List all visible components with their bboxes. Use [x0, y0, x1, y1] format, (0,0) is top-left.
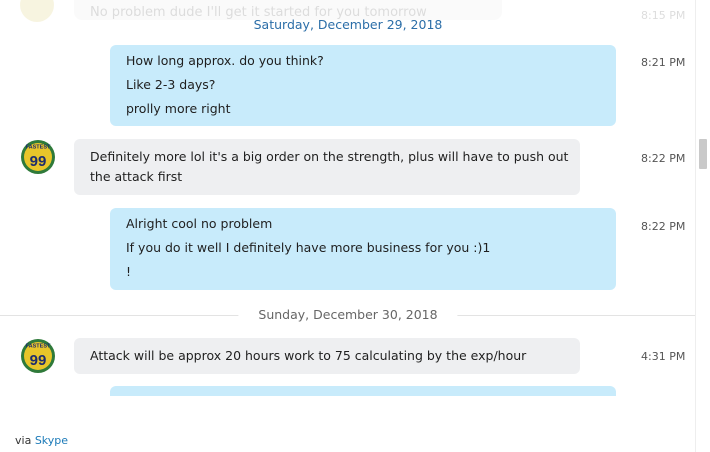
message-text: Definitely more lol it's a big order on …	[90, 149, 569, 164]
message-time: 8:22 PM	[641, 152, 686, 165]
svg-text:FASTEST: FASTEST	[26, 145, 51, 151]
footer: via Skype	[15, 434, 68, 447]
message-text: Alright cool no problem	[126, 216, 273, 231]
message-bubble-outgoing[interactable]: Alright cool no problem If you do it wel…	[110, 208, 616, 290]
svg-text:99: 99	[30, 352, 47, 369]
message-bubble-incoming[interactable]: Attack will be approx 20 hours work to 7…	[74, 338, 580, 374]
avatar[interactable]: FASTEST 99	[20, 139, 56, 175]
scrollbar[interactable]	[695, 0, 710, 452]
skype-link[interactable]: Skype	[35, 434, 68, 447]
message-bubble-outgoing[interactable]: How long approx. do you think? Like 2-3 …	[110, 45, 616, 126]
avatar-badge-icon: FASTEST 99	[21, 339, 55, 373]
footer-prefix: via	[15, 434, 32, 447]
message-time: 8:22 PM	[641, 220, 686, 233]
avatar[interactable]: FASTEST 99	[20, 338, 56, 374]
svg-text:99: 99	[30, 153, 47, 170]
message-text: If you do it well I definitely have more…	[126, 240, 491, 255]
message-text: Attack will be approx 20 hours work to 7…	[90, 348, 527, 363]
message-text: How long approx. do you think?	[126, 53, 324, 68]
chat-history: No problem dude I'll get it started for …	[0, 0, 696, 452]
avatar-badge-icon: FASTEST 99	[21, 140, 55, 174]
message-time: 4:31 PM	[641, 350, 686, 363]
footer-area	[0, 396, 696, 452]
message-bubble-incoming[interactable]: Definitely more lol it's a big order on …	[74, 139, 580, 195]
svg-text:FASTEST: FASTEST	[26, 344, 51, 350]
message-text: Like 2-3 days?	[126, 77, 216, 92]
message-text: prolly more right	[126, 101, 231, 116]
date-label: Sunday, December 30, 2018	[238, 307, 458, 322]
scrollbar-thumb[interactable]	[699, 139, 707, 169]
date-separator: Sunday, December 30, 2018	[0, 305, 696, 325]
sticky-date-header: Saturday, December 29, 2018	[253, 17, 443, 32]
message-text: the attack first	[90, 169, 183, 184]
message-time: 8:21 PM	[641, 56, 686, 69]
message-text: !	[126, 264, 132, 279]
